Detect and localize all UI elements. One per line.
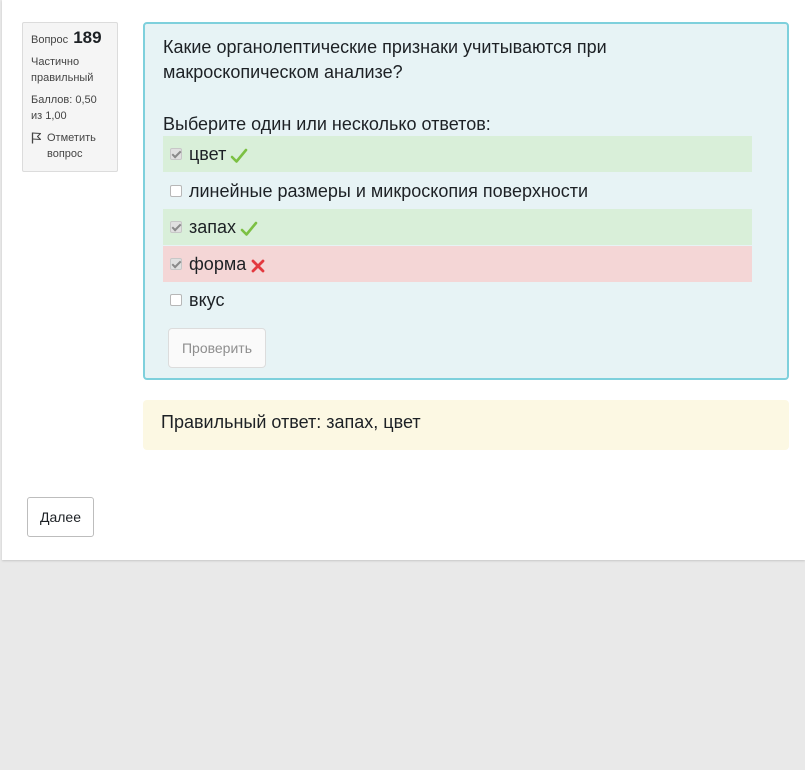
answer-option[interactable]: форма	[163, 246, 752, 282]
answer-label: форма	[189, 253, 247, 274]
question-number-row: Вопрос 189	[31, 28, 109, 48]
question-info-panel: Вопрос 189 Частично правильный Баллов: 0…	[22, 22, 118, 172]
answer-prompt: Выберите один или несколько ответов:	[163, 114, 491, 134]
answer-checkbox[interactable]	[170, 258, 182, 270]
question-grade: Баллов: 0,50 из 1,00	[31, 94, 97, 122]
next-button[interactable]: Далее	[27, 497, 94, 537]
answer-label: вкус	[189, 289, 225, 310]
answer-option[interactable]: линейные размеры и микроскопия поверхнос…	[163, 173, 752, 209]
flag-label: Отметить вопрос	[47, 132, 96, 160]
question-formulation: Какие органолептические признаки учитыва…	[143, 22, 789, 380]
check-icon	[230, 148, 248, 164]
flag-question-link[interactable]: Отметить вопрос	[31, 130, 109, 162]
question-state: Частично правильный	[31, 56, 94, 84]
answer-option[interactable]: вкус	[163, 282, 752, 318]
answer-checkbox[interactable]	[170, 185, 182, 197]
cross-icon	[250, 258, 266, 274]
answer-checkbox[interactable]	[170, 148, 182, 160]
answer-option[interactable]: запах	[163, 209, 752, 245]
check-button[interactable]: Проверить	[168, 328, 266, 368]
question-label: Вопрос	[31, 34, 69, 46]
answer-option[interactable]: цвет	[163, 136, 752, 172]
flag-icon	[31, 132, 42, 144]
answer-label: линейные размеры и микроскопия поверхнос…	[189, 180, 589, 201]
question-number: 189	[73, 28, 102, 47]
check-icon	[240, 221, 258, 237]
answer-checkbox[interactable]	[170, 221, 182, 233]
page-container: Вопрос 189 Частично правильный Баллов: 0…	[2, 0, 805, 560]
right-answer-feedback: Правильный ответ: запах, цвет	[143, 400, 789, 450]
question-text: Какие органолептические признаки учитыва…	[163, 37, 607, 82]
answer-label: цвет	[189, 143, 227, 164]
answer-label: запах	[189, 216, 237, 237]
answer-checkbox[interactable]	[170, 294, 182, 306]
